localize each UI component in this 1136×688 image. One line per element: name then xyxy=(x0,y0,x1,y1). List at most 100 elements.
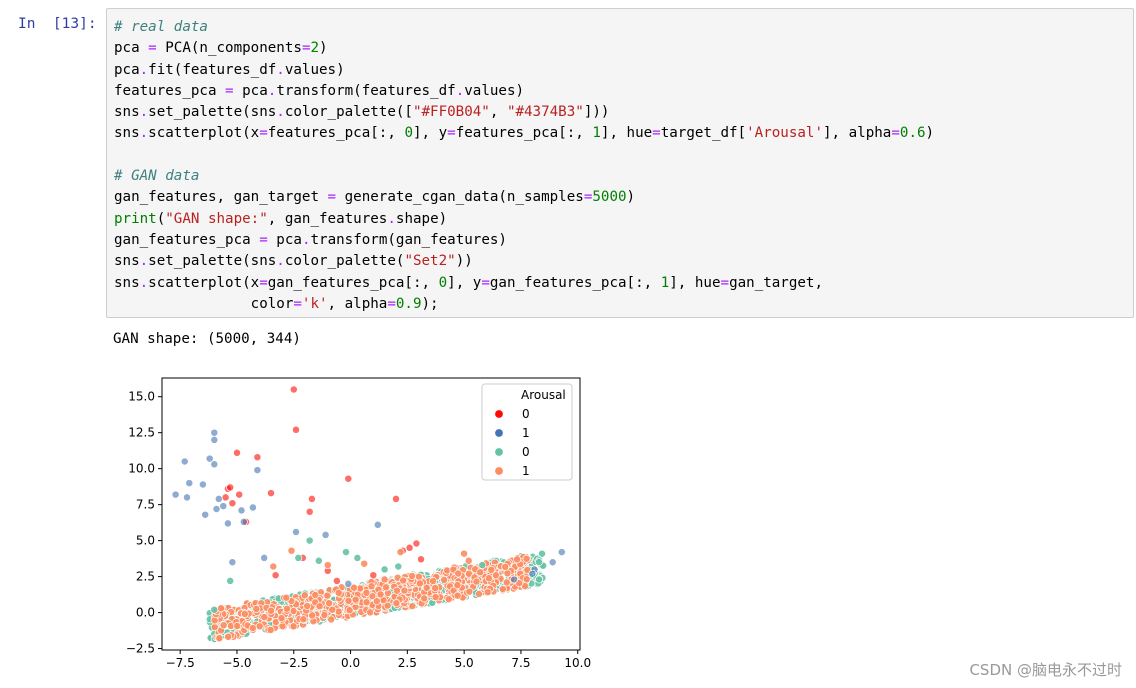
y-tick-label: 7.5 xyxy=(136,498,155,512)
scatter-point xyxy=(429,577,438,585)
scatter-point xyxy=(269,562,278,571)
scatter-point xyxy=(344,596,353,605)
code-token: 5000 xyxy=(592,189,627,206)
code-token: pca xyxy=(114,61,140,78)
scatter-point xyxy=(210,428,219,437)
code-token: features_pca[:, xyxy=(455,125,593,142)
scatter-point xyxy=(453,591,462,600)
scatter-point xyxy=(210,605,219,614)
scatter-point xyxy=(221,493,230,502)
code-token: . xyxy=(387,210,396,227)
scatter-point xyxy=(240,609,249,618)
scatter-point xyxy=(408,602,417,611)
cell-prompt: In [13]: xyxy=(18,16,97,32)
x-tick-label: 5.0 xyxy=(455,656,474,670)
scatter-point xyxy=(417,555,425,564)
code-token: 0 xyxy=(438,274,448,291)
code-token: 'Arousal' xyxy=(746,125,824,142)
scatter-point xyxy=(289,385,298,394)
code-token: . xyxy=(139,104,149,121)
scatter-point xyxy=(360,559,369,568)
scatter-point xyxy=(367,582,376,591)
scatter-point xyxy=(344,579,353,588)
code-token: 0.6 xyxy=(899,125,926,142)
scatter-point xyxy=(300,591,309,600)
code-token: values) xyxy=(464,82,525,99)
scatter-point xyxy=(325,599,334,608)
code-token: ( xyxy=(156,210,166,227)
code-line: gan_features, gan_target = generate_cgan… xyxy=(114,187,934,208)
code-token: generate_cgan_data(n_samples xyxy=(336,189,584,206)
code-token: )) xyxy=(455,253,473,270)
scatter-point xyxy=(392,494,400,503)
code-token: values) xyxy=(284,61,345,78)
legend-title: Arousal xyxy=(521,388,566,402)
scatter-point xyxy=(328,605,337,614)
scatter-point xyxy=(228,558,237,567)
code-token: sns xyxy=(114,104,140,121)
code-token: , xyxy=(489,104,507,121)
scatter-point xyxy=(380,565,389,574)
scatter-point xyxy=(224,632,233,641)
scatter-point xyxy=(228,499,237,508)
code-token: pca xyxy=(114,40,149,57)
scatter-point xyxy=(305,507,314,516)
scatter-point xyxy=(464,556,473,565)
scatter-point xyxy=(210,460,219,469)
code-token: transform(gan_features) xyxy=(310,231,507,248)
code-token: = xyxy=(259,274,268,291)
code-cell-input[interactable]: # real data pca = PCA(n_components=2) pca.… xyxy=(106,8,1134,318)
cell-stdout: GAN shape: (5000, 344) xyxy=(113,331,301,347)
code-token: 1 xyxy=(660,274,670,291)
code-editor[interactable]: # real data pca = PCA(n_components=2) pca.… xyxy=(114,17,934,315)
code-token: ], hue xyxy=(600,125,653,142)
code-line: pca = PCA(n_components=2) xyxy=(114,38,934,59)
scatter-point xyxy=(522,554,531,563)
scatter-point xyxy=(483,588,492,597)
code-token: . xyxy=(276,61,285,78)
scatter-point xyxy=(475,590,483,598)
scatter-point xyxy=(498,585,507,594)
legend-marker xyxy=(494,428,504,438)
y-tick-label: −2.5 xyxy=(126,642,155,656)
scatter-point xyxy=(248,503,257,512)
scatter-point xyxy=(217,604,226,613)
code-token: 1 xyxy=(592,125,601,142)
scatter-point xyxy=(320,610,329,619)
y-tick-label: 0.0 xyxy=(136,606,155,620)
code-token: # real data xyxy=(114,19,208,35)
scatter-point xyxy=(453,581,462,590)
scatter-point xyxy=(345,606,354,615)
scatter-point xyxy=(501,562,510,571)
code-line: color='k', alpha=0.9); xyxy=(114,294,934,315)
scatter-point xyxy=(253,453,262,462)
scatter-point xyxy=(292,425,300,434)
scatter-point xyxy=(502,578,511,587)
code-token: transform(features_df xyxy=(276,82,456,99)
scatter-point xyxy=(366,608,375,617)
code-token: fit(features_df xyxy=(148,61,277,78)
scatter-point xyxy=(252,604,261,613)
scatter-point xyxy=(557,548,566,557)
scatter-point xyxy=(233,622,242,630)
code-line: sns.scatterplot(x=features_pca[:, 0], y=… xyxy=(114,123,934,144)
scatter-chart: −7.5 −5.0 −2.5 0.0 2.5 5.0 7.5 10.0 −2.5 0.0 2.5 5.… xyxy=(126,377,591,670)
code-token: ], hue xyxy=(669,274,721,291)
scatter-point xyxy=(380,575,389,584)
code-token: , alpha xyxy=(327,295,388,312)
code-token: set_palette(sns xyxy=(148,104,277,121)
scatter-point xyxy=(321,530,330,539)
scatter-point xyxy=(237,506,246,515)
code-token: ])) xyxy=(583,104,610,121)
scatter-point xyxy=(267,606,275,615)
y-tick-label: 12.5 xyxy=(128,426,155,440)
scatter-point xyxy=(478,561,487,570)
x-tick-label: 2.5 xyxy=(398,656,417,670)
code-line: print("GAN shape:", gan_features.shape) xyxy=(114,209,934,230)
scatter-point xyxy=(332,576,341,585)
scatter-point xyxy=(476,568,485,577)
code-token: ) xyxy=(925,125,935,142)
code-token: # GAN data xyxy=(114,168,200,185)
scatter-point xyxy=(180,457,189,466)
scatter-point xyxy=(382,583,391,592)
